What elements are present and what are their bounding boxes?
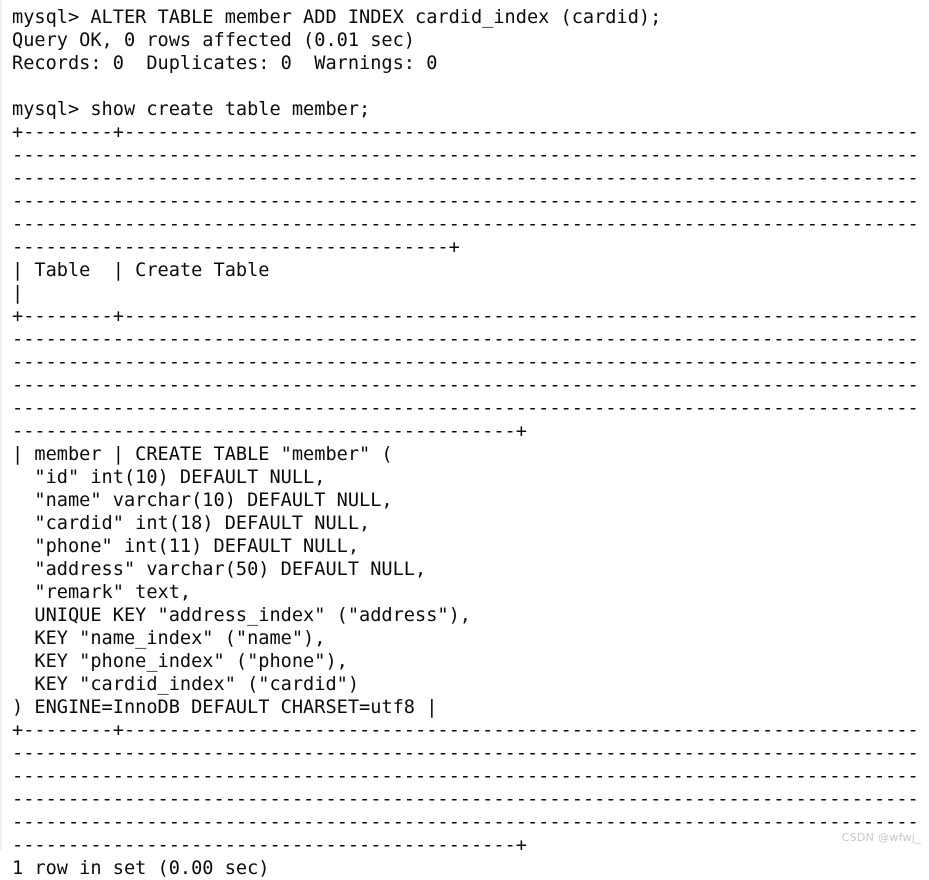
terminal-window[interactable]: mysql> ALTER TABLE member ADD INDEX card…: [0, 0, 929, 879]
terminal-output[interactable]: mysql> ALTER TABLE member ADD INDEX card…: [12, 6, 927, 880]
csdn-watermark: CSDN @wfwj_: [841, 831, 921, 844]
